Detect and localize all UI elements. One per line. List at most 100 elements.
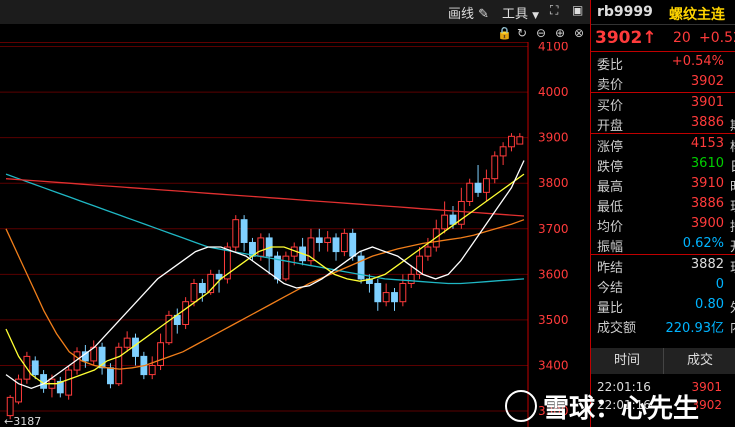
ma-line-red	[5, 178, 525, 217]
watermark-text: 雪球：心先生	[543, 394, 700, 424]
quote-row: 涨停 4153 杨	[591, 134, 735, 155]
candle-body	[441, 214, 449, 230]
quote-value: 0.62%	[682, 236, 724, 251]
close-icon[interactable]: ⊗	[572, 26, 586, 40]
candle-body	[232, 219, 240, 248]
quote-label: 昨结	[597, 261, 624, 276]
candle-body	[449, 214, 457, 225]
quote-tail: 杨	[730, 136, 735, 155]
quote-row: 买价 3901	[591, 93, 735, 114]
y-tick-label: 3900	[538, 131, 569, 145]
quote-value: 3900	[690, 216, 724, 231]
quote-value: 0.80	[695, 297, 724, 312]
snowball-logo-icon	[505, 390, 537, 422]
quote-value: 3610	[690, 156, 724, 171]
quote-label: 量比	[597, 301, 624, 316]
quote-row: 最低 3886 现	[591, 194, 735, 215]
zoom-in-icon[interactable]: ⊕	[553, 26, 567, 40]
quote-label: 开盘	[597, 119, 624, 134]
quote-value: 3886	[690, 115, 724, 130]
y-tick-label: 4100	[538, 42, 569, 54]
caret-down-icon: ▼	[532, 11, 540, 21]
candle-body	[332, 237, 340, 253]
pencil-icon: ✎	[478, 7, 490, 22]
candlestick-chart[interactable]: 410040003900380037003600350034003300←318…	[0, 42, 590, 427]
quote-tail: 外	[730, 297, 735, 316]
quote-value: 4153	[690, 136, 724, 151]
lock-icon[interactable]: 🔒	[497, 26, 512, 40]
candle-body	[157, 342, 164, 366]
y-tick-label: 3400	[538, 358, 569, 372]
quote-label: 最低	[597, 200, 624, 215]
quote-value: 3901	[690, 95, 724, 110]
quote-tail: 时	[730, 176, 735, 195]
candle-body	[198, 282, 206, 294]
draw-line-button[interactable]: 画线 ✎	[448, 3, 489, 22]
candle-body	[349, 232, 357, 257]
quote-value: 3902	[690, 74, 724, 89]
tab-trades[interactable]: 成交	[664, 348, 735, 374]
quote-tail: 开	[730, 236, 735, 255]
candle-body	[399, 282, 407, 303]
candle-body	[474, 182, 482, 193]
candle-body	[499, 146, 507, 157]
quote-label: 最高	[597, 180, 624, 195]
candle-body	[324, 237, 332, 243]
tab-time[interactable]: 时间	[591, 348, 664, 374]
candle-body	[182, 301, 190, 325]
symbol-code: rb9999	[597, 4, 653, 20]
y-tick-label: 3700	[538, 222, 569, 236]
tools-menu-button[interactable]: 工具 ▼	[502, 3, 539, 22]
quote-header: rb9999 螺纹主连	[591, 0, 735, 25]
price-change: 20	[673, 30, 691, 46]
candle-body	[382, 292, 390, 303]
quote-row: 量比 0.80 外	[591, 295, 735, 316]
candle-body	[508, 135, 515, 148]
quote-rows: 委比 +0.54% 卖价 3902 买价 3901 开盘 3886 期涨停 4153 杨跌停 3610…	[591, 52, 735, 336]
chart-controls: 🔒 ↻ ⊖ ⊕ ⊗	[0, 24, 590, 42]
quote-label: 均价	[597, 220, 624, 235]
window-icon[interactable]: ▣	[572, 3, 583, 17]
quote-tail: 日	[730, 156, 735, 175]
quote-tail: 持	[730, 216, 735, 235]
y-tick-label: 3500	[538, 313, 569, 327]
candle-body	[65, 369, 73, 396]
quote-label: 振幅	[597, 240, 624, 255]
quote-value: 0	[715, 277, 724, 292]
quote-label: 今结	[597, 281, 624, 296]
price-change-pct: +0.52	[699, 30, 735, 46]
quote-label: 跌停	[597, 160, 624, 175]
low-price-label: ←3187	[4, 415, 41, 427]
undo-icon[interactable]: ↻	[515, 26, 529, 40]
quote-value: 3910	[690, 176, 724, 191]
candle-body	[282, 255, 290, 280]
zoom-out-icon[interactable]: ⊖	[534, 26, 548, 40]
quote-value: 3886	[690, 196, 724, 211]
tools-label: 工具	[502, 7, 529, 22]
quote-row: 开盘 3886 期	[591, 113, 735, 134]
tick-tabs: 时间 成交	[591, 348, 735, 374]
candle-body	[148, 364, 156, 376]
draw-line-label: 画线	[448, 7, 475, 22]
ma-line-orange	[5, 219, 525, 370]
candle-body	[6, 396, 14, 417]
y-tick-label: 3800	[538, 176, 569, 190]
candle-body	[374, 282, 382, 303]
quote-tail: 现	[730, 196, 735, 215]
candle-body	[107, 367, 114, 385]
quote-row: 卖价 3902	[591, 72, 735, 93]
quote-label: 委比	[597, 58, 624, 73]
candle-body	[491, 155, 499, 180]
quote-row: 委比 +0.54%	[591, 52, 735, 73]
candle-body	[407, 273, 415, 284]
quote-tail: 现	[730, 257, 735, 276]
candle-body	[240, 219, 248, 243]
quote-row: 最高 3910 时	[591, 174, 735, 195]
candle-body	[340, 232, 348, 253]
quote-label: 买价	[597, 99, 624, 114]
candle-body	[115, 346, 123, 385]
candle-body	[315, 237, 323, 243]
candle-body	[190, 282, 198, 303]
fullscreen-icon[interactable]: ⛶	[550, 3, 558, 18]
quote-value: 220.93亿	[665, 321, 725, 336]
